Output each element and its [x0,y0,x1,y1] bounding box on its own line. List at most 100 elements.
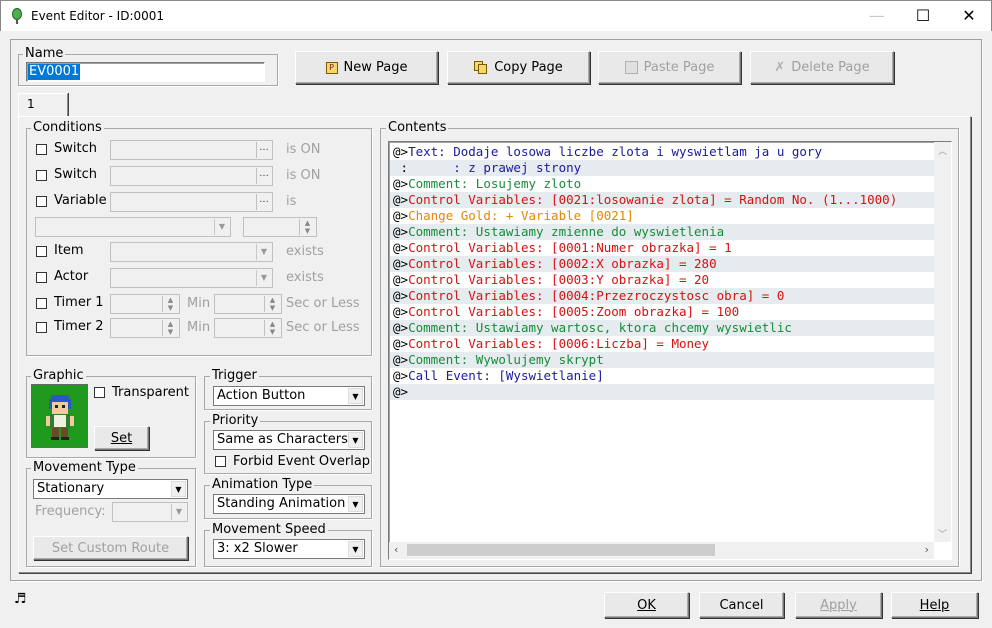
vertical-scrollbar[interactable]: ︿ ﹀ [934,142,951,542]
event-command-line[interactable]: @>Control Variables: [0002:X obrazka] = … [390,256,934,272]
frequency-select[interactable]: ▼ [112,502,188,522]
transparent-checkbox[interactable] [94,387,105,398]
variable-browse-button[interactable]: ... [256,194,271,210]
minimize-button[interactable]: — [854,1,900,32]
switch2-checkbox[interactable] [36,170,47,181]
chevron-down-icon: ▼ [256,244,271,260]
set-graphic-button[interactable]: Set [94,426,149,450]
delete-page-icon: ✗ [774,60,786,75]
event-command-text: Control Variables: [0004:Przezroczystosc… [408,288,785,303]
spinner-arrows-icon: ▲ ▼ [299,219,315,235]
switch1-field: ... [110,140,273,160]
tab-page-1[interactable]: 1 [18,93,68,117]
timer2-sec-label: Sec or Less [286,320,360,335]
close-button[interactable]: ✕ [946,1,992,32]
scroll-up-icon[interactable]: ︿ [938,144,947,157]
variable-operator-select[interactable]: ▼ [35,217,231,237]
event-command-text: Control Variables: [0003:Y obrazka] = 20 [408,272,710,287]
delete-page-button[interactable]: ✗ Delete Page [750,51,894,84]
event-command-prefix: @> [393,256,409,271]
set-custom-route-label: Set Custom Route [51,540,170,556]
timer2-checkbox[interactable] [36,322,47,333]
forbid-overlap-checkbox[interactable] [215,456,226,467]
character-sprite[interactable] [31,384,88,448]
switch1-checkbox[interactable] [36,144,47,155]
event-command-line[interactable]: @>Control Variables: [0001:Numer obrazka… [390,240,934,256]
variable-value-spinner[interactable]: ▲ ▼ [243,217,317,237]
variable-checkbox[interactable] [36,196,47,207]
timer1-min-spinner[interactable]: ▲ ▼ [110,294,180,314]
scroll-down-icon[interactable]: ﹀ [938,527,947,540]
variable-label: Variable [54,193,107,208]
forbid-overlap-label: Forbid Event Overlap [233,454,371,469]
event-commands-list[interactable]: @>Text: Dodaje losowa liczbe zlota i wys… [388,141,952,560]
switch2-browse-button[interactable]: ... [256,168,271,184]
event-command-line[interactable]: @>Control Variables: [0005:Zoom obrazka]… [390,304,934,320]
event-command-line[interactable]: @>Call Event: [Wyswietlanie] [390,368,934,384]
ok-button[interactable]: OK [604,592,689,618]
name-input-value: EV0001 [28,64,81,80]
timer1-checkbox[interactable] [36,298,47,309]
timer1-sec-label: Sec or Less [286,296,360,311]
delete-page-label: Delete Page [791,60,870,75]
event-command-line[interactable]: @>Control Variables: [0003:Y obrazka] = … [390,272,934,288]
event-command-line[interactable]: @>Comment: Ustawiamy zmienne do wyswietl… [390,224,934,240]
cancel-button[interactable]: Cancel [699,592,784,618]
movement-speed-value: 3: x2 Slower [217,541,298,556]
movement-speed-select[interactable]: 3: x2 Slower ▼ [213,539,365,559]
new-page-button[interactable]: P New Page [295,51,438,84]
switch1-browse-button[interactable]: ... [256,142,271,158]
timer1-sec-spinner[interactable]: ▲ ▼ [214,294,282,314]
timer2-sec-spinner[interactable]: ▲ ▼ [214,318,282,338]
paste-page-button[interactable]: Paste Page [598,51,741,84]
item-checkbox[interactable] [36,246,47,257]
animation-type-value: Standing Animation [217,496,346,511]
actor-checkbox[interactable] [36,272,47,283]
event-command-line[interactable]: @> [390,384,934,400]
conditions-label: Conditions [31,120,104,135]
event-command-line[interactable]: @>Change Gold: + Variable [0021] [390,208,934,224]
event-command-line[interactable]: @>Comment: Losujemy zloto [390,176,934,192]
event-command-line[interactable]: @>Control Variables: [0021:losowanie zlo… [390,192,934,208]
priority-select[interactable]: Same as Characters ▼ [213,430,365,450]
copy-page-button[interactable]: Copy Page [447,51,590,84]
help-button[interactable]: Help [891,592,978,618]
item-select[interactable]: ▼ [110,242,273,262]
movement-type-select[interactable]: Stationary ▼ [33,479,188,499]
apply-button[interactable]: Apply [795,592,882,618]
set-graphic-label: Set [110,430,133,446]
chevron-down-icon: ▼ [214,219,229,235]
event-command-text: Control Variables: [0006:Liczba] = Money [408,336,710,351]
frequency-label: Frequency: [35,504,106,519]
transparent-label: Transparent [112,385,189,400]
event-command-line[interactable]: @>Comment: Wywolujemy skrypt [390,352,934,368]
horizontal-scrollbar[interactable]: ‹ › [389,542,934,559]
event-command-line[interactable]: : : z prawej strony [390,160,934,176]
timer2-label: Timer 2 [54,319,104,334]
event-command-prefix: @> [393,144,409,159]
maximize-button[interactable]: ☐ [900,1,946,32]
copy-page-label: Copy Page [494,60,563,75]
chevron-down-icon: ▼ [171,481,186,497]
event-command-line[interactable]: @>Comment: Ustawiamy wartosc, ktora chce… [390,320,934,336]
event-command-text: Comment: Ustawiamy zmienne do wyswietlen… [408,224,725,239]
music-note-icon[interactable]: ♬ [14,591,27,607]
timer2-min-spinner[interactable]: ▲ ▼ [110,318,180,338]
event-command-line[interactable]: @>Text: Dodaje losowa liczbe zlota i wys… [390,144,934,160]
event-command-line[interactable]: @>Control Variables: [0004:Przezroczysto… [390,288,934,304]
name-input[interactable]: EV0001 [26,62,265,82]
variable-suffix: is [286,194,297,209]
scroll-left-icon[interactable]: ‹ [394,543,398,556]
event-command-text: Comment: Losujemy zloto [408,176,582,191]
trigger-select[interactable]: Action Button ▼ [213,386,365,406]
scroll-right-icon[interactable]: › [925,543,929,556]
switch2-field: ... [110,166,273,186]
actor-select[interactable]: ▼ [110,268,273,288]
cancel-label: Cancel [719,597,764,613]
set-custom-route-button[interactable]: Set Custom Route [33,536,188,560]
event-command-text: : z prawej strony [408,160,582,175]
animation-type-select[interactable]: Standing Animation ▼ [213,494,365,514]
horizontal-scroll-thumb[interactable] [407,544,715,556]
new-page-label: New Page [343,60,408,75]
event-command-line[interactable]: @>Control Variables: [0006:Liczba] = Mon… [390,336,934,352]
